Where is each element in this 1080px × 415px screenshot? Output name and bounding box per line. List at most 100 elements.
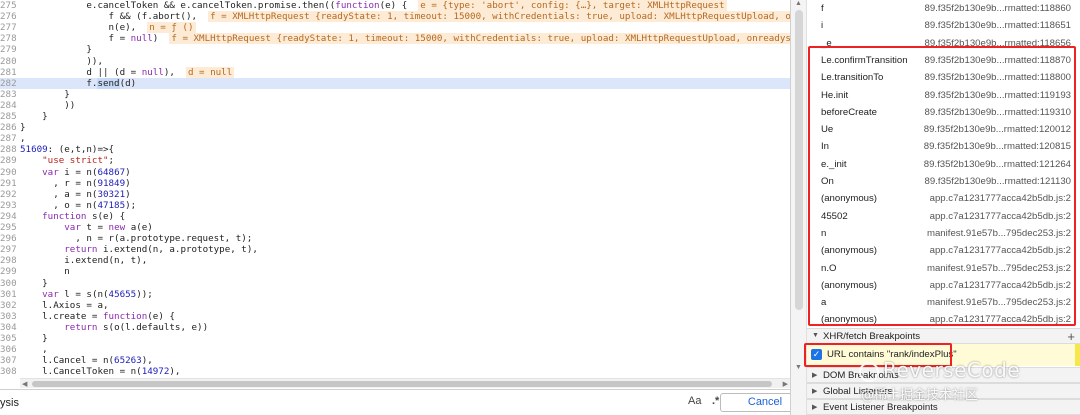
line-number[interactable]: 276	[0, 11, 17, 22]
call-frame-location[interactable]: 89.f35f2b130e9b...rmatted:119310	[924, 107, 1071, 118]
call-frame[interactable]: On 89.f35f2b130e9b...rmatted:121130	[807, 173, 1080, 190]
call-frame-location[interactable]: 89.f35f2b130e9b...rmatted:118870	[924, 55, 1071, 66]
code-line[interactable]: 305 }	[0, 333, 790, 344]
call-frame-location[interactable]: 89.f35f2b130e9b...rmatted:120815	[924, 141, 1071, 152]
line-number[interactable]: 307	[0, 355, 17, 366]
code-line-paused[interactable]: 282 f.send(d)	[0, 77, 790, 89]
call-frame[interactable]: (anonymous) app.c7a1231777acca42b5db.js:2	[807, 311, 1080, 328]
line-number[interactable]: 286	[0, 122, 17, 133]
code-line[interactable]: 294 function s(e) {	[0, 211, 790, 222]
scroll-right-icon[interactable]: ▶	[783, 380, 788, 388]
line-number[interactable]: 278	[0, 33, 17, 44]
call-frame[interactable]: Ue 89.f35f2b130e9b...rmatted:120012	[807, 121, 1080, 138]
call-frame[interactable]: e._init 89.f35f2b130e9b...rmatted:121264	[807, 156, 1080, 173]
sidebar-vertical-scrollbar[interactable]: ▲ ▼	[791, 0, 807, 415]
code-line[interactable]: 303 l.create = function(e) {	[0, 311, 790, 322]
line-number[interactable]: 291	[0, 178, 17, 189]
line-number[interactable]: 289	[0, 155, 17, 166]
call-frame[interactable]: n manifest.91e57b...795dec253.js:2	[807, 225, 1080, 242]
code-editor[interactable]: 275 e.cancelToken && e.cancelToken.promi…	[0, 0, 790, 378]
line-number[interactable]: 306	[0, 344, 17, 355]
call-frame[interactable]: _e 89.f35f2b130e9b...rmatted:118656	[807, 35, 1080, 52]
line-number[interactable]: 283	[0, 89, 17, 100]
line-number[interactable]: 279	[0, 44, 17, 55]
call-frame[interactable]: (anonymous) app.c7a1231777acca42b5db.js:2	[807, 277, 1080, 294]
code-line[interactable]: 283 }	[0, 89, 790, 100]
line-number[interactable]: 275	[0, 0, 17, 11]
line-number[interactable]: 294	[0, 211, 17, 222]
call-frame[interactable]: beforeCreate 89.f35f2b130e9b...rmatted:11…	[807, 104, 1080, 121]
code-line[interactable]: 308 l.CancelToken = n(14972),	[0, 366, 790, 377]
scroll-left-icon[interactable]: ◀	[22, 380, 27, 388]
call-frame-location[interactable]: 89.f35f2b130e9b...rmatted:118860	[924, 3, 1071, 14]
call-frame-location[interactable]: manifest.91e57b...795dec253.js:2	[927, 263, 1071, 274]
call-frame-location[interactable]: manifest.91e57b...795dec253.js:2	[927, 228, 1071, 239]
line-number[interactable]: 285	[0, 111, 17, 122]
call-frame-location[interactable]: 89.f35f2b130e9b...rmatted:118651	[924, 20, 1071, 31]
code-line[interactable]: 279 }	[0, 44, 790, 55]
editor-horizontal-scrollbar[interactable]: ◀ ▶	[20, 378, 790, 388]
code-line[interactable]: 300 }	[0, 278, 790, 289]
call-frame[interactable]: n.O manifest.91e57b...795dec253.js:2	[807, 260, 1080, 277]
call-frame[interactable]: Le.transitionTo 89.f35f2b130e9b...rmatted…	[807, 69, 1080, 86]
line-number[interactable]: 280	[0, 56, 17, 67]
line-number[interactable]: 293	[0, 200, 17, 211]
call-frame-location[interactable]: app.c7a1231777acca42b5db.js:2	[930, 314, 1071, 325]
code-line[interactable]: 275 e.cancelToken && e.cancelToken.promi…	[0, 0, 790, 11]
global-listeners-header[interactable]: ▶ Global Listeners	[807, 383, 1080, 399]
call-frame-location[interactable]: 89.f35f2b130e9b...rmatted:118656	[924, 38, 1071, 49]
code-line[interactable]: 291 , r = n(91849)	[0, 178, 790, 189]
scroll-up-icon[interactable]: ▲	[795, 0, 802, 7]
line-number[interactable]: 304	[0, 322, 17, 333]
code-line[interactable]: 297 return i.extend(n, a.prototype, t),	[0, 244, 790, 255]
line-number[interactable]: 298	[0, 255, 17, 266]
call-frame[interactable]: f 89.f35f2b130e9b...rmatted:118860	[807, 0, 1080, 17]
xhr-breakpoints-header[interactable]: ▼ XHR/fetch Breakpoints +	[807, 328, 1080, 344]
call-frame[interactable]: a manifest.91e57b...795dec253.js:2	[807, 294, 1080, 311]
line-number[interactable]: 303	[0, 311, 17, 322]
add-xhr-breakpoint-button[interactable]: +	[1067, 329, 1075, 344]
call-frame-location[interactable]: 89.f35f2b130e9b...rmatted:121264	[924, 159, 1071, 170]
line-number[interactable]: 292	[0, 189, 17, 200]
code-line[interactable]: 287,	[0, 133, 790, 144]
line-number[interactable]: 308	[0, 366, 17, 377]
code-line[interactable]: 280 )),	[0, 56, 790, 67]
line-number[interactable]: 290	[0, 167, 17, 178]
line-number[interactable]: 281	[0, 67, 17, 78]
call-frame-location[interactable]: 89.f35f2b130e9b...rmatted:121130	[924, 176, 1071, 187]
code-line[interactable]: 307 l.Cancel = n(65263),	[0, 355, 790, 366]
sidebar-scroll-thumb[interactable]	[795, 10, 803, 310]
call-frame-location[interactable]: 89.f35f2b130e9b...rmatted:120012	[924, 124, 1071, 135]
code-line[interactable]: 306 ,	[0, 344, 790, 355]
code-line[interactable]: 284 ))	[0, 100, 790, 111]
call-frame-location[interactable]: manifest.91e57b...795dec253.js:2	[927, 297, 1071, 308]
code-line[interactable]: 302 l.Axios = a,	[0, 300, 790, 311]
search-input[interactable]	[0, 394, 640, 412]
call-frame-location[interactable]: 89.f35f2b130e9b...rmatted:118800	[924, 72, 1071, 83]
call-frame-location[interactable]: app.c7a1231777acca42b5db.js:2	[930, 245, 1071, 256]
code-line[interactable]: 281 d || (d = null), d = null	[0, 66, 790, 78]
code-line[interactable]: 295 var t = new a(e)	[0, 222, 790, 233]
call-frame[interactable]: Le.confirmTransition 89.f35f2b130e9b...rm…	[807, 52, 1080, 69]
line-number[interactable]: 296	[0, 233, 17, 244]
call-frame[interactable]: In 89.f35f2b130e9b...rmatted:120815	[807, 138, 1080, 155]
regex-button[interactable]: .*	[712, 395, 719, 407]
code-line[interactable]: 286}	[0, 122, 790, 133]
call-frame[interactable]: i 89.f35f2b130e9b...rmatted:118651	[807, 17, 1080, 34]
code-line[interactable]: 288 51609: (e,t,n)=>{	[0, 144, 790, 155]
event-listener-breakpoints-header[interactable]: ▶ Event Listener Breakpoints	[807, 399, 1080, 415]
line-number[interactable]: 302	[0, 300, 17, 311]
line-number[interactable]: 299	[0, 266, 17, 277]
scroll-down-icon[interactable]: ▼	[795, 364, 802, 371]
code-line[interactable]: 298 i.extend(n, t),	[0, 255, 790, 266]
code-line[interactable]: 296 , n = r(a.prototype.request, t);	[0, 233, 790, 244]
call-frame-location[interactable]: app.c7a1231777acca42b5db.js:2	[930, 211, 1071, 222]
code-line[interactable]: 301 var l = s(n(45655));	[0, 289, 790, 300]
code-line[interactable]: 292 , a = n(30321)	[0, 189, 790, 200]
match-case-button[interactable]: Aa	[688, 395, 701, 407]
code-line[interactable]: 276 f && (f.abort(), f = XMLHttpRequest …	[0, 11, 790, 23]
call-frame-location[interactable]: 89.f35f2b130e9b...rmatted:119193	[924, 90, 1071, 101]
editor-scroll-thumb[interactable]	[32, 381, 772, 387]
line-number[interactable]: 309	[0, 377, 17, 378]
line-number[interactable]: 288	[0, 144, 17, 155]
